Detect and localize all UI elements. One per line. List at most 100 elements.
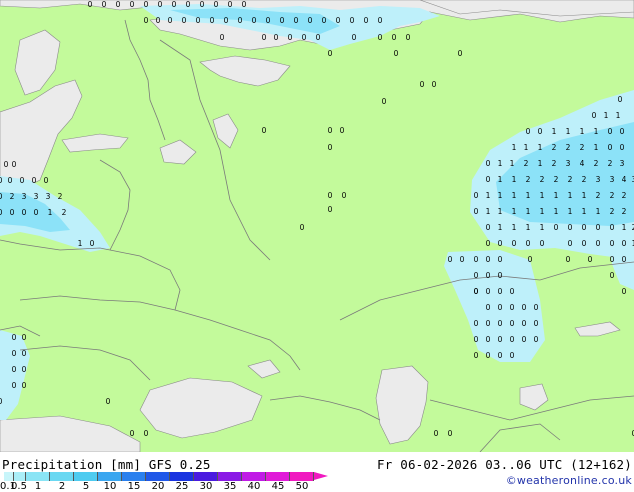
grid-value: 0 <box>322 16 327 25</box>
grid-value: 0 <box>622 239 627 248</box>
grid-value: 2 <box>540 175 545 184</box>
legend-tick-label: 40 <box>247 481 261 492</box>
grid-value: 1 <box>512 191 517 200</box>
legend-tick-label: 15 <box>127 481 141 492</box>
legend-tick-label: 10 <box>103 481 117 492</box>
grid-value: 1 <box>498 175 503 184</box>
grid-value: 0 <box>486 239 491 248</box>
grid-value: 0 <box>280 16 285 25</box>
grid-value: 1 <box>512 175 517 184</box>
grid-value: 0 <box>596 239 601 248</box>
grid-value: 0 <box>224 16 229 25</box>
grid-value: 0 <box>610 223 615 232</box>
grid-value: 0 <box>620 143 625 152</box>
grid-value: 0 <box>116 0 121 9</box>
grid-value: 0 <box>262 126 267 135</box>
grid-value: 0 <box>474 207 479 216</box>
grid-value: 0 <box>596 223 601 232</box>
legend-swatch <box>266 472 290 481</box>
legend-tick-label: 35 <box>223 481 237 492</box>
grid-value: 2 <box>610 207 615 216</box>
grid-value: 0 <box>308 16 313 25</box>
grid-value: 0 <box>474 287 479 296</box>
grid-value: 0 <box>34 208 39 217</box>
grid-value: 1 <box>498 207 503 216</box>
grid-value: 1 <box>48 208 53 217</box>
grid-value: 0 <box>608 127 613 136</box>
grid-value: 0 <box>474 271 479 280</box>
grid-value: 0 <box>288 33 293 42</box>
grid-value: 1 <box>594 143 599 152</box>
grid-value: 0 <box>486 303 491 312</box>
grid-value: 0 <box>510 319 515 328</box>
grid-value: 0 <box>12 381 17 390</box>
grid-value: 0 <box>566 255 571 264</box>
grid-value: 0 <box>378 33 383 42</box>
credit-link[interactable]: ©weatheronline.co.uk <box>506 474 632 487</box>
grid-value: 0 <box>486 255 491 264</box>
legend-arrow <box>314 472 328 480</box>
grid-value: 0 <box>44 176 49 185</box>
grid-value: 1 <box>554 191 559 200</box>
grid-value: 0 <box>0 176 3 185</box>
grid-value: 0 <box>12 160 17 169</box>
grid-value: 0 <box>534 303 539 312</box>
grid-value: 1 <box>526 191 531 200</box>
grid-value: 0 <box>130 429 135 438</box>
legend-swatch <box>218 472 242 481</box>
grid-value: 0 <box>10 208 15 217</box>
grid-value: 1 <box>554 207 559 216</box>
grid-value: 1 <box>512 207 517 216</box>
grid-value: 1 <box>582 191 587 200</box>
grid-value: 0 <box>144 0 149 9</box>
precipitation-map: 0000000000000000000000000000000000000000… <box>0 0 634 453</box>
grid-value: 0 <box>622 255 627 264</box>
grid-value: 0 <box>0 192 3 201</box>
grid-value: 0 <box>228 0 233 9</box>
grid-value: 0 <box>608 143 613 152</box>
grid-value: 1 <box>568 207 573 216</box>
grid-value: 1 <box>566 127 571 136</box>
grid-value: 0 <box>522 303 527 312</box>
grid-value: 0 <box>328 126 333 135</box>
grid-value: 0 <box>196 16 201 25</box>
legend-swatch <box>98 472 122 481</box>
grid-value: 0 <box>328 49 333 58</box>
grid-value: 0 <box>130 0 135 9</box>
grid-value: 0 <box>588 255 593 264</box>
grid-value: 0 <box>526 239 531 248</box>
grid-value: 1 <box>580 127 585 136</box>
grid-value: 0 <box>498 303 503 312</box>
grid-value: 0 <box>342 191 347 200</box>
grid-value: 4 <box>622 175 627 184</box>
grid-value: 0 <box>618 95 623 104</box>
grid-value: 2 <box>608 159 613 168</box>
grid-value: 2 <box>552 143 557 152</box>
legend-tick-label: 1 <box>34 481 42 492</box>
grid-value: 1 <box>540 223 545 232</box>
grid-value: 0 <box>460 255 465 264</box>
legend-swatch <box>122 472 146 481</box>
grid-value: 1 <box>510 159 515 168</box>
grid-value: 1 <box>78 239 83 248</box>
grid-value: 0 <box>12 349 17 358</box>
grid-value: 2 <box>596 191 601 200</box>
grid-value: 0 <box>474 191 479 200</box>
grid-value: 0 <box>144 16 149 25</box>
grid-value: 0 <box>568 223 573 232</box>
grid-value: 2 <box>526 175 531 184</box>
grid-value: 1 <box>512 223 517 232</box>
grid-value: 0 <box>22 381 27 390</box>
grid-value: 0 <box>220 33 225 42</box>
grid-value: 0 <box>622 287 627 296</box>
grid-value: 0 <box>534 319 539 328</box>
grid-value: 2 <box>58 192 63 201</box>
grid-value: 0 <box>340 126 345 135</box>
grid-value: 0 <box>592 111 597 120</box>
grid-value: 3 <box>620 159 625 168</box>
grid-value: 0 <box>158 0 163 9</box>
grid-value: 0 <box>210 16 215 25</box>
grid-value: 0 <box>534 335 539 344</box>
grid-value: 0 <box>610 255 615 264</box>
grid-value: 0 <box>90 239 95 248</box>
